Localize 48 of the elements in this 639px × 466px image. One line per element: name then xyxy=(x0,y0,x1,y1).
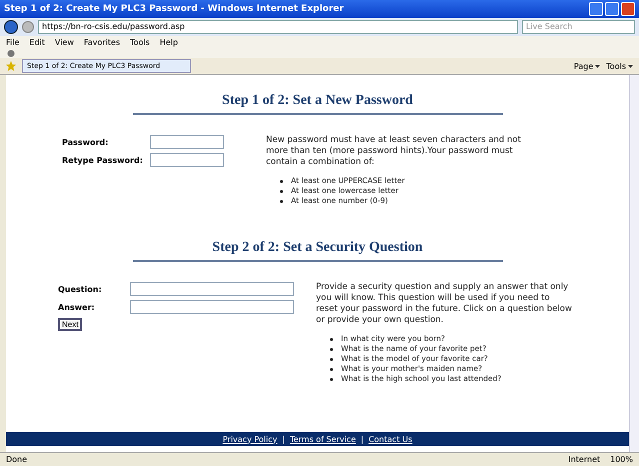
section-heading: Step 2 of 2: Set a Security Question xyxy=(132,240,502,262)
bullet-icon xyxy=(330,338,333,340)
menu-item[interactable]: Help xyxy=(160,38,178,46)
status-text: Done xyxy=(6,455,28,464)
command-button[interactable]: Tools xyxy=(606,62,626,70)
caret-icon[interactable] xyxy=(595,64,600,68)
field-label: Question: xyxy=(58,284,103,294)
field-label: Answer: xyxy=(58,302,96,312)
separator: | xyxy=(360,434,364,444)
next-button[interactable]: Next xyxy=(58,318,82,331)
answer-field[interactable] xyxy=(130,300,294,314)
menu-item[interactable]: Edit xyxy=(29,38,45,46)
footer-link[interactable]: Privacy Policy xyxy=(222,434,278,444)
footer-link[interactable]: Contact Us xyxy=(368,434,412,444)
bullet-icon xyxy=(330,358,333,360)
instructions-text: Provide a security question and supply an answer that only you will know. This question will be used if you need to reset your password in the future. Click on a question below or provide your own question. xyxy=(316,282,572,326)
maximize-button[interactable] xyxy=(605,2,619,16)
bullet-icon xyxy=(330,368,333,370)
question-field[interactable] xyxy=(130,282,294,296)
address-field[interactable]: https://bn-ro-csis.edu/password.asp xyxy=(38,20,518,34)
security-zone: Internet xyxy=(568,455,600,464)
password-field[interactable] xyxy=(150,135,224,149)
close-button[interactable] xyxy=(621,2,635,16)
caret-icon[interactable] xyxy=(628,64,633,68)
bullet-icon xyxy=(280,180,283,182)
bullet-icon xyxy=(330,378,333,380)
bullet-icon xyxy=(280,200,283,202)
bullet-icon xyxy=(280,190,283,192)
command-button[interactable]: Page xyxy=(574,62,594,70)
menu-item[interactable]: Favorites xyxy=(84,38,120,46)
menu-item[interactable]: File xyxy=(6,38,20,46)
password-field[interactable] xyxy=(150,153,224,167)
bullet-icon xyxy=(330,348,333,350)
separator: | xyxy=(282,434,285,444)
window-title: Step 1 of 2: Create My PLC3 Password - Windows Internet Explorer xyxy=(4,4,345,14)
field-label: Password: xyxy=(62,138,110,146)
minimize-button[interactable] xyxy=(589,2,603,16)
menu-item[interactable]: View xyxy=(54,38,74,46)
menu-item[interactable]: Tools xyxy=(130,38,150,46)
section-heading: Step 1 of 2: Set a New Password xyxy=(132,93,502,115)
forward-button[interactable] xyxy=(22,21,34,33)
footer-link[interactable]: Terms of Service xyxy=(290,434,356,444)
field-label: Retype Password: xyxy=(62,156,144,164)
zoom-level[interactable]: 100% xyxy=(610,455,633,464)
back-button[interactable] xyxy=(4,20,18,34)
scrollbar[interactable] xyxy=(629,75,639,452)
star-icon[interactable] xyxy=(6,61,16,71)
instructions-text: New password must have at least seven characters and not more than ten (more password hints).Your password must contain a combination of: xyxy=(266,135,522,168)
